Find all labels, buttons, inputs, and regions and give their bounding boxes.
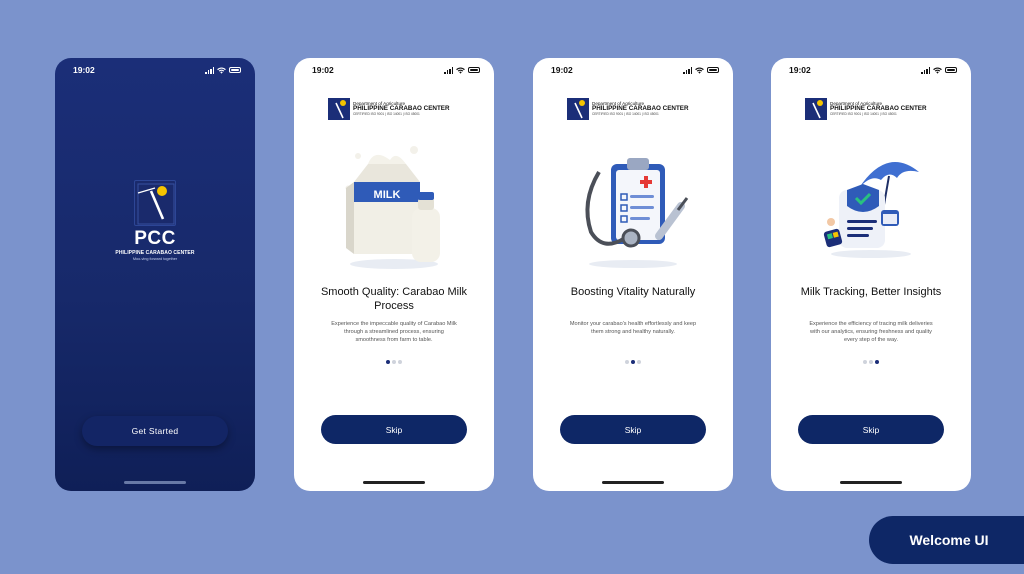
- svg-text:MILK: MILK: [374, 189, 401, 201]
- page-dot-2[interactable]: [631, 360, 635, 364]
- org-header: Department of Agriculture PHILIPPINE CAR…: [328, 98, 450, 120]
- status-time: 19:02: [73, 65, 95, 75]
- page-indicator: [294, 360, 494, 364]
- org-header: Department of Agriculture PHILIPPINE CAR…: [567, 98, 689, 120]
- status-bar: 19:02: [789, 64, 957, 76]
- status-time: 19:02: [312, 65, 334, 75]
- status-bar: 19:02: [551, 64, 719, 76]
- screen-title: Boosting Vitality Naturally: [570, 286, 696, 298]
- screen-title: Milk Tracking, Better Insights: [800, 286, 942, 298]
- home-indicator[interactable]: [124, 481, 186, 484]
- pcc-logo-mark: [134, 180, 176, 226]
- pcc-logo: PCC PHILIPPINE CARABAO CENTER Moo-ving f…: [55, 180, 255, 261]
- screen-description: Monitor your carabao's health effortless…: [569, 321, 697, 335]
- battery-icon: [229, 67, 241, 73]
- wifi-icon: [456, 67, 465, 74]
- page-dot-3[interactable]: [398, 360, 402, 364]
- wifi-icon: [695, 67, 704, 74]
- skip-button[interactable]: Skip: [560, 415, 706, 444]
- status-time: 19:02: [551, 65, 573, 75]
- screen-description: Experience the impeccable quality of Car…: [331, 321, 457, 343]
- page-dot-3[interactable]: [637, 360, 641, 364]
- signal-icon: [205, 66, 214, 74]
- skip-button[interactable]: Skip: [321, 415, 467, 444]
- page-dot-3[interactable]: [875, 360, 879, 364]
- onboarding-screen-2: 19:02 Department of Agriculture PHILIPPI…: [533, 58, 733, 491]
- skip-button[interactable]: Skip: [798, 415, 944, 444]
- home-indicator[interactable]: [840, 481, 902, 484]
- brand-subtitle: PHILIPPINE CARABAO CENTER: [115, 250, 195, 256]
- battery-icon: [945, 67, 957, 73]
- org-certification: CERTIFIED ISO 9001 | ISO 14001 | ISO 450…: [830, 112, 897, 117]
- welcome-ui-badge: Welcome UI: [869, 516, 1024, 564]
- org-certification: CERTIFIED ISO 9001 | ISO 14001 | ISO 450…: [353, 112, 420, 117]
- wifi-icon: [217, 67, 226, 74]
- home-indicator[interactable]: [602, 481, 664, 484]
- page-dot-2[interactable]: [869, 360, 873, 364]
- screen-title: Smooth Quality: Carabao Milk Process: [320, 286, 468, 312]
- battery-icon: [707, 67, 719, 73]
- page-dot-1[interactable]: [863, 360, 867, 364]
- page-dot-1[interactable]: [386, 360, 390, 364]
- onboarding-screen-1: 19:02 Department of Agriculture PHILIPPI…: [294, 58, 494, 491]
- org-header: Department of Agriculture PHILIPPINE CAR…: [805, 98, 927, 120]
- signal-icon: [444, 66, 453, 74]
- status-bar: 19:02: [312, 64, 480, 76]
- brand-tagline: Moo-ving forward together: [132, 257, 178, 261]
- battery-icon: [468, 67, 480, 73]
- org-logo: [567, 98, 589, 120]
- onboarding-screen-3: 19:02 Department of Agriculture PHILIPPI…: [771, 58, 971, 491]
- splash-screen: 19:02 PCC PHILIPPINE CARABAO CENTER Moo-…: [55, 58, 255, 491]
- wifi-icon: [933, 67, 942, 74]
- signal-icon: [683, 66, 692, 74]
- status-bar: 19:02: [73, 64, 241, 76]
- org-logo: [328, 98, 350, 120]
- page-indicator: [771, 360, 971, 364]
- screen-description: Experience the efficiency of tracing mil…: [809, 321, 933, 343]
- insurance-tracking-icon: [823, 162, 919, 258]
- org-certification: CERTIFIED ISO 9001 | ISO 14001 | ISO 450…: [592, 112, 659, 117]
- page-dot-2[interactable]: [392, 360, 396, 364]
- get-started-button[interactable]: Get Started: [82, 416, 228, 446]
- page-dot-1[interactable]: [625, 360, 629, 364]
- signal-icon: [921, 66, 930, 74]
- status-time: 19:02: [789, 65, 811, 75]
- home-indicator[interactable]: [363, 481, 425, 484]
- page-indicator: [533, 360, 733, 364]
- org-logo: [805, 98, 827, 120]
- medical-checkup-icon: [585, 158, 689, 268]
- milk-carton-icon: MILK: [345, 146, 440, 269]
- brand-name: PCC: [134, 228, 176, 249]
